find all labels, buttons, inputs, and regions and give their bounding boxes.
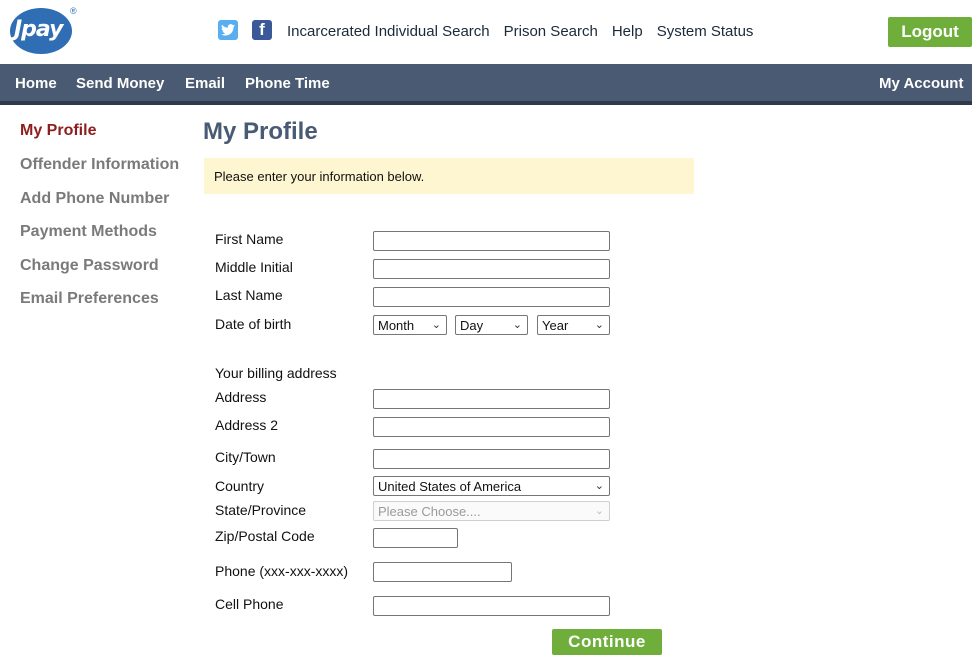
country-value: United States of America — [378, 478, 522, 494]
page-title: My Profile — [203, 118, 318, 145]
nav-home[interactable]: Home — [15, 75, 57, 92]
state-select: Please Choose.... ⌄ — [373, 501, 610, 521]
zip-label: Zip/Postal Code — [215, 528, 315, 544]
facebook-glyph: f — [259, 20, 265, 39]
city-input[interactable] — [373, 449, 610, 469]
main-nav: Home Send Money Email Phone Time My Acco… — [0, 64, 972, 105]
chevron-down-icon: ⌄ — [512, 319, 522, 331]
address-label: Address — [215, 389, 267, 405]
zip-input[interactable] — [373, 528, 458, 548]
sidebar-item-email-preferences[interactable]: Email Preferences — [20, 290, 159, 308]
jpay-logo[interactable]: Jpay ® — [10, 6, 77, 54]
twitter-icon[interactable] — [218, 20, 238, 40]
billing-heading: Your billing address — [215, 365, 337, 381]
middle-initial-input[interactable] — [373, 259, 610, 279]
chevron-down-icon: ⌄ — [431, 319, 441, 331]
nav-my-account[interactable]: My Account — [879, 75, 963, 92]
middle-initial-label: Middle Initial — [215, 259, 293, 275]
continue-button[interactable]: Continue — [552, 629, 662, 655]
sidebar-item-change-password[interactable]: Change Password — [20, 257, 159, 275]
twitter-bird-icon — [221, 24, 235, 36]
sidebar-item-add-phone-number[interactable]: Add Phone Number — [20, 190, 169, 208]
sidebar-item-payment-methods[interactable]: Payment Methods — [20, 223, 157, 241]
link-help[interactable]: Help — [612, 23, 643, 40]
state-placeholder: Please Choose.... — [378, 503, 481, 519]
country-label: Country — [215, 478, 265, 494]
dob-month-select[interactable]: Month ⌄ — [373, 315, 447, 335]
nav-send-money[interactable]: Send Money — [76, 75, 164, 92]
nav-phone-time[interactable]: Phone Time — [245, 75, 330, 92]
address2-label: Address 2 — [215, 417, 279, 433]
link-prison-search[interactable]: Prison Search — [504, 23, 598, 40]
notice-text: Please enter your information below. — [214, 168, 425, 184]
last-name-input[interactable] — [373, 287, 610, 307]
dob-day-select[interactable]: Day ⌄ — [455, 315, 528, 335]
logo-text: Jpay — [14, 17, 63, 42]
chevron-down-icon: ⌄ — [594, 319, 604, 331]
sidebar-item-my-profile[interactable]: My Profile — [20, 122, 96, 140]
link-incarcerated-search[interactable]: Incarcerated Individual Search — [287, 23, 490, 40]
address2-input[interactable] — [373, 417, 610, 437]
registered-mark: ® — [70, 6, 77, 16]
sidebar-item-offender-information[interactable]: Offender Information — [20, 156, 179, 174]
nav-email[interactable]: Email — [185, 75, 225, 92]
chevron-down-icon: ⌄ — [594, 505, 604, 517]
cell-phone-label: Cell Phone — [215, 596, 284, 612]
first-name-label: First Name — [215, 231, 284, 247]
phone-input[interactable] — [373, 562, 512, 582]
address-input[interactable] — [373, 389, 610, 409]
chevron-down-icon: ⌄ — [594, 480, 604, 492]
state-label: State/Province — [215, 502, 307, 518]
first-name-input[interactable] — [373, 231, 610, 251]
logout-button[interactable]: Logout — [888, 17, 972, 47]
info-notice: Please enter your information below. — [204, 158, 694, 194]
dob-month-value: Month — [378, 317, 415, 333]
country-select[interactable]: United States of America ⌄ — [373, 476, 610, 496]
dob-year-value: Year — [542, 317, 569, 333]
phone-label: Phone (xxx-xxx-xxxx) — [215, 563, 349, 579]
dob-year-select[interactable]: Year ⌄ — [537, 315, 610, 335]
last-name-label: Last Name — [215, 287, 283, 303]
facebook-icon[interactable]: f — [252, 20, 272, 40]
link-system-status[interactable]: System Status — [657, 23, 754, 40]
dob-label: Date of birth — [215, 316, 292, 332]
cell-phone-input[interactable] — [373, 596, 610, 616]
dob-day-value: Day — [460, 317, 484, 333]
city-label: City/Town — [215, 449, 276, 465]
top-links: Incarcerated Individual Search Prison Se… — [287, 23, 753, 40]
